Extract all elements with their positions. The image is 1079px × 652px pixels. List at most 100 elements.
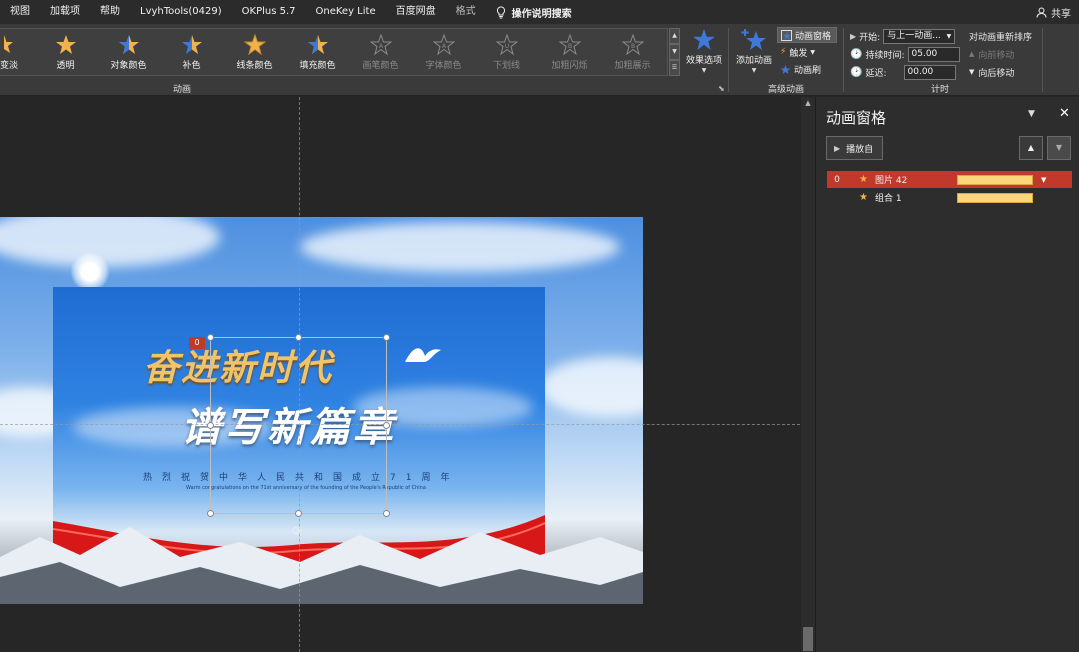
gallery-down-button[interactable]: ▼	[669, 44, 680, 60]
menu-view[interactable]: 视图	[0, 0, 40, 24]
menu-onekey-lite[interactable]: OneKey Lite	[306, 0, 386, 24]
delay-row: 🕑 延迟: 00.00	[850, 63, 968, 81]
play-from-button[interactable]: ▶ 播放自	[826, 136, 883, 160]
timeline-bar[interactable]	[957, 192, 1033, 203]
triangle-down-icon: ▼	[1055, 143, 1063, 152]
chevron-down-icon: ▼	[701, 67, 707, 74]
scroll-up-icon[interactable]: ▲	[803, 99, 813, 109]
share-button[interactable]: 共享	[1036, 0, 1071, 24]
resize-handle-nw[interactable]	[207, 334, 214, 341]
animation-pane-label: 动画窗格	[795, 31, 832, 42]
star-gray-icon: B	[558, 33, 581, 55]
effect-options-button[interactable]: 效果选项 ▼	[683, 28, 725, 78]
ribbon-separator	[728, 28, 729, 92]
anim-fill-color[interactable]: 填充颜色	[286, 29, 349, 75]
play-from-label: 播放自	[846, 144, 874, 155]
start-dropdown[interactable]: 与上一动画... ▼	[883, 28, 956, 44]
resize-handle-s[interactable]	[295, 510, 302, 517]
animation-gallery: 变淡 透明 对象颜色 补色 线条颜色 填充颜色 A 画笔颜色 A 字体颜色 U …	[0, 28, 668, 76]
gallery-more-button[interactable]: ☰	[669, 60, 680, 76]
duration-label: 持续时间:	[865, 50, 905, 61]
gallery-scroll: ▲ ▼ ☰	[669, 28, 680, 76]
editor-scrollbar[interactable]: ▲	[801, 97, 815, 652]
selection-box[interactable]: ⟳	[207, 334, 390, 538]
anim-label: 字体颜色	[425, 60, 462, 71]
animation-pane-button[interactable]: 动画窗格	[777, 27, 837, 43]
star-blue-gold-icon	[118, 34, 139, 54]
menu-okplus[interactable]: OKPlus 5.7	[232, 0, 306, 24]
anim-complementary-color[interactable]: 补色	[160, 29, 223, 75]
chevron-down-icon[interactable]: ▼	[1041, 176, 1046, 184]
cloud	[540, 357, 643, 417]
anim-brush-color[interactable]: A 画笔颜色	[349, 29, 412, 75]
star-gray-icon: A	[432, 33, 455, 55]
delay-input[interactable]: 00.00	[903, 64, 956, 80]
anim-label: 填充颜色	[299, 60, 336, 71]
menu-lvyhtools[interactable]: LvyhTools(0429)	[130, 0, 232, 24]
anim-font-color[interactable]: A 字体颜色	[412, 29, 475, 75]
reorder-group: 对动画重新排序 ▲ 向前移动 ▼ 向后移动	[969, 27, 1041, 81]
svg-text:A: A	[441, 43, 446, 50]
move-later-button[interactable]: ▼ 向后移动	[969, 63, 1041, 81]
star-blue-gold-icon	[307, 34, 328, 54]
rotate-handle-icon[interactable]: ⟳	[292, 524, 302, 538]
animation-painter-label: 动画刷	[794, 65, 822, 76]
slide-editor[interactable]: 奋进新时代 谱写新篇章 热烈祝贺中华人民共和国成立71周年 Warm congr…	[0, 97, 815, 652]
tell-me-search[interactable]: 操作说明搜索	[486, 5, 582, 20]
trigger-button[interactable]: ⚡ 触发 ▼	[777, 44, 837, 60]
timeline-bar[interactable]	[957, 174, 1033, 185]
delay-label: 延迟:	[865, 68, 887, 79]
menu-addins[interactable]: 加载项	[40, 0, 90, 24]
move-down-button[interactable]: ▼	[1047, 136, 1071, 160]
resize-handle-e[interactable]	[383, 422, 390, 429]
svg-text:B: B	[567, 43, 571, 50]
anim-transparency[interactable]: 透明	[34, 29, 97, 75]
animation-order-tag[interactable]: 0	[189, 337, 205, 349]
move-up-button[interactable]: ▲	[1019, 136, 1043, 160]
pane-title: 动画窗格	[826, 109, 887, 127]
move-earlier-button[interactable]: ▲ 向前移动	[969, 45, 1041, 63]
play-triangle-icon: ▶	[850, 31, 857, 41]
horizontal-guide[interactable]	[0, 424, 800, 425]
resize-handle-w[interactable]	[207, 422, 214, 429]
anim-label: 对象颜色	[110, 60, 147, 71]
resize-handle-n[interactable]	[295, 334, 302, 341]
menu-help[interactable]: 帮助	[90, 0, 130, 24]
dialog-launcher-icon[interactable]: ⬊	[718, 84, 725, 93]
lightbulb-icon	[496, 5, 505, 18]
animation-list-item[interactable]: ★ 组合 1	[827, 189, 1072, 206]
anim-bold-reveal[interactable]: B 加粗展示	[601, 29, 664, 75]
animation-list-item[interactable]: 0 ★ 图片 42 ▼	[827, 171, 1072, 188]
duration-input[interactable]: 05.00	[907, 46, 960, 62]
resize-handle-ne[interactable]	[383, 334, 390, 341]
star-gold-icon	[4, 34, 13, 53]
scroll-thumb[interactable]	[803, 627, 813, 651]
anim-label: 加粗闪烁	[551, 60, 588, 71]
chevron-down-icon: ▼	[810, 48, 815, 56]
anim-fade[interactable]: 变淡	[0, 29, 34, 75]
ribbon-separator	[843, 28, 844, 92]
animation-painter-button[interactable]: 动画刷	[777, 61, 837, 77]
move-later-label: 向后移动	[978, 68, 1015, 79]
painter-icon	[780, 64, 791, 74]
pane-menu-icon[interactable]: ▼	[1028, 109, 1035, 119]
resize-handle-se[interactable]	[383, 510, 390, 517]
anim-bold-flash[interactable]: B 加粗闪烁	[538, 29, 601, 75]
gallery-up-button[interactable]: ▲	[669, 28, 680, 44]
tell-me-label: 操作说明搜索	[511, 8, 572, 20]
close-icon[interactable]: ✕	[1059, 106, 1070, 121]
star-icon: ★	[859, 174, 868, 185]
animation-group-label: 动画	[172, 85, 191, 95]
anim-underline[interactable]: U 下划线	[475, 29, 538, 75]
svg-text:A: A	[378, 43, 383, 50]
anim-label: 补色	[182, 60, 201, 71]
anim-object-color[interactable]: 对象颜色	[97, 29, 160, 75]
timing-group-label: 计时	[930, 85, 949, 95]
menu-format[interactable]: 格式	[446, 0, 486, 24]
anim-line-color[interactable]: 线条颜色	[223, 29, 286, 75]
effect-options-label: 效果选项	[685, 56, 722, 66]
menu-baidu-netdisk[interactable]: 百度网盘	[386, 0, 446, 24]
anim-label: 下划线	[492, 60, 520, 71]
add-animation-button[interactable]: 添加动画 ▼	[733, 28, 775, 74]
resize-handle-sw[interactable]	[207, 510, 214, 517]
